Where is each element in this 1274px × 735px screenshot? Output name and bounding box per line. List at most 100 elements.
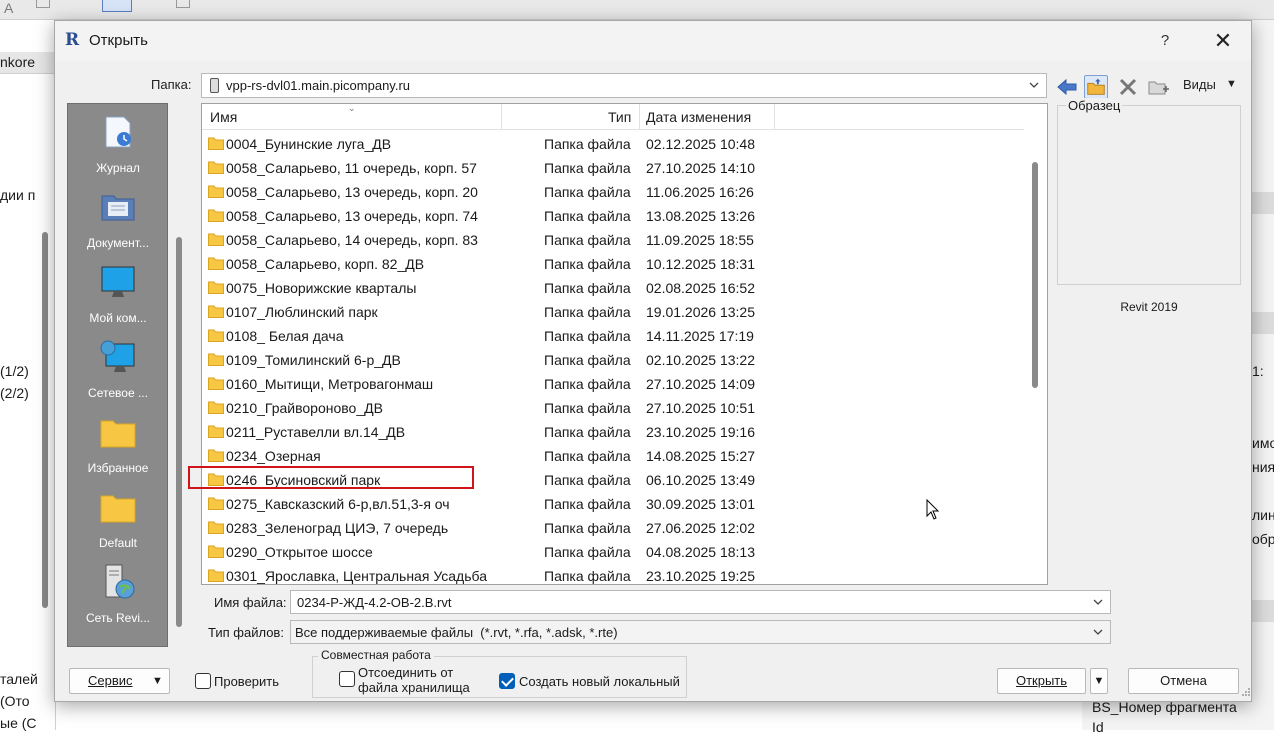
open-button[interactable]: Открыть <box>997 668 1086 694</box>
properties-stripe <box>1252 312 1274 334</box>
browser-item[interactable]: (Ото <box>0 693 30 709</box>
folder-path: vpp-rs-dvl01.main.picompany.ru <box>226 78 410 93</box>
views-caret-icon[interactable]: ▼ <box>1226 78 1237 90</box>
place-favorites[interactable]: Избранное <box>68 407 168 482</box>
file-type: Папка файла <box>544 496 631 512</box>
file-type: Папка файла <box>544 184 631 200</box>
file-name: 0109_Томилинский 6-р_ДВ <box>226 352 401 368</box>
scrollbar-thumb[interactable] <box>1032 162 1038 388</box>
chevron-down-icon[interactable] <box>1028 79 1040 91</box>
verify-label[interactable]: Проверить <box>214 674 279 689</box>
back-arrow-icon[interactable] <box>1055 75 1079 99</box>
new-folder-icon[interactable] <box>1146 75 1170 99</box>
place-history[interactable]: Журнал <box>68 107 168 182</box>
sort-indicator-icon: ⌄ <box>348 103 356 113</box>
browser-item[interactable]: дии п <box>0 187 35 203</box>
cancel-button[interactable]: Отмена <box>1128 668 1239 694</box>
file-name: 0075_Новорижские кварталы <box>226 280 417 296</box>
toolbar-glyph-icon[interactable]: A <box>4 0 13 16</box>
help-button[interactable]: ? <box>1153 29 1177 53</box>
file-row[interactable]: 0109_Томилинский 6-р_ДВ Папка файла 02.10.… <box>206 348 806 372</box>
file-row[interactable]: 0108_ Белая дача Папка файла 14.11.2025 17… <box>206 324 806 348</box>
chevron-down-icon[interactable] <box>1092 596 1104 608</box>
app-toolbar: A <box>0 0 1274 20</box>
file-row[interactable]: 0210_Грайвороново_ДВ Папка файла 27.10.202… <box>206 396 806 420</box>
place-computer[interactable]: Мой ком... <box>68 257 168 332</box>
create-local-checkbox[interactable] <box>499 673 515 689</box>
resize-grip-icon[interactable] <box>1241 687 1251 697</box>
folder-icon <box>208 161 224 174</box>
file-type: Папка файла <box>544 304 631 320</box>
properties-text: обра <box>1252 531 1274 547</box>
file-name: 0283_Зеленоград ЦИЭ, 7 очередь <box>226 520 449 536</box>
file-row[interactable]: 0058_Саларьево, 11 очередь, корп. 57 Папк… <box>206 156 806 180</box>
place-network[interactable]: Сетевое ... <box>68 332 168 407</box>
column-divider[interactable] <box>774 104 775 130</box>
preview-label: Образец <box>1066 98 1123 113</box>
detach-label[interactable]: Отсоединить от файла хранилища <box>358 665 470 695</box>
folder-icon <box>208 377 224 390</box>
column-divider[interactable] <box>639 104 640 130</box>
views-button[interactable]: Виды <box>1183 77 1216 92</box>
browser-item[interactable]: (2/2) <box>0 385 29 401</box>
file-row[interactable]: 0058_Саларьево, 14 очередь, корп. 83 Папк… <box>206 228 806 252</box>
column-name[interactable]: Имя <box>210 109 237 125</box>
file-type: Папка файла <box>544 280 631 296</box>
open-dialog: R Открыть ? ✕ Папка: vpp-rs-dvl01.main.p… <box>54 20 1252 702</box>
file-name: 0058_Саларьево, 11 очередь, корп. 57 <box>226 160 477 176</box>
file-name: 0210_Грайвороново_ДВ <box>226 400 383 416</box>
open-options-button[interactable]: ▼ <box>1090 668 1108 694</box>
file-row[interactable]: 0075_Новорижские кварталы Папка файла 02.0… <box>206 276 806 300</box>
service-button[interactable]: Сервис ▼ <box>69 668 170 694</box>
places-scrollbar[interactable] <box>176 237 182 627</box>
filetype-select[interactable]: Все поддерживаемые файлы (*.rvt, *.rfa, … <box>290 620 1111 644</box>
detach-checkbox[interactable] <box>339 671 355 687</box>
browser-item[interactable]: талей <box>0 671 38 687</box>
file-type: Папка файла <box>544 424 631 440</box>
file-list[interactable]: ⌄ Имя Тип Дата изменения 0004_Бунинские … <box>188 103 1048 588</box>
properties-text: 1: <box>1252 363 1264 379</box>
file-row[interactable]: 0160_Мытищи, Метровагонмаш Папка файла 27.… <box>206 372 806 396</box>
file-name: 0108_ Белая дача <box>226 328 344 344</box>
file-type: Папка файла <box>544 520 631 536</box>
file-date: 27.06.2025 12:02 <box>646 520 755 536</box>
chevron-down-icon[interactable] <box>1092 626 1104 638</box>
toolbar-active-icon[interactable] <box>102 0 132 12</box>
browser-item[interactable]: ые (С <box>0 715 37 731</box>
filename-input[interactable]: 0234-Р-ЖД-4.2-ОВ-2.В.rvt <box>290 590 1111 614</box>
folder-select[interactable]: vpp-rs-dvl01.main.picompany.ru <box>201 73 1047 98</box>
filetype-label: Тип файлов: <box>208 625 284 640</box>
up-folder-icon[interactable] <box>1084 75 1108 99</box>
browser-scrollbar[interactable] <box>42 232 48 608</box>
place-documents[interactable]: Документ... <box>68 182 168 257</box>
dialog-titlebar[interactable]: R Открыть ? ✕ <box>55 21 1251 61</box>
file-row[interactable]: 0107_Люблинский парк Папка файла 19.01.202… <box>206 300 806 324</box>
place-revit-server[interactable]: Сеть Revi... <box>68 557 168 632</box>
toolbar-box-icon[interactable] <box>176 0 190 8</box>
place-default[interactable]: Default <box>68 482 168 557</box>
file-row[interactable]: 0283_Зеленоград ЦИЭ, 7 очередь Папка файл… <box>206 516 806 540</box>
close-button[interactable]: ✕ <box>1207 25 1239 57</box>
file-row[interactable]: 0234_Озерная Папка файла 14.08.2025 15:27 <box>206 444 806 468</box>
toolbar-box-icon[interactable] <box>36 0 50 8</box>
file-row[interactable]: 0058_Саларьево, 13 очередь, корп. 20 Папк… <box>206 180 806 204</box>
column-type[interactable]: Тип <box>608 109 631 125</box>
open-button-label: Открыть <box>1015 673 1068 688</box>
file-row[interactable]: 0004_Бунинские луга_ДВ Папка файла 02.12.2… <box>206 132 806 156</box>
file-row[interactable]: 0058_Саларьево, корп. 82_ДВ Папка файла 10… <box>206 252 806 276</box>
verify-checkbox[interactable] <box>195 673 211 689</box>
create-local-label[interactable]: Создать новый локальный <box>519 674 680 689</box>
folder-icon <box>208 545 224 558</box>
delete-icon[interactable] <box>1116 75 1140 99</box>
file-list-scrollbar[interactable] <box>1024 104 1047 584</box>
column-divider[interactable] <box>501 104 502 130</box>
file-date: 10.12.2025 18:31 <box>646 256 755 272</box>
file-type: Папка файла <box>544 352 631 368</box>
file-row[interactable]: 0211_Руставелли вл.14_ДВ Папка файла 23.10… <box>206 420 806 444</box>
file-row[interactable]: 0301_Ярославка, Центральная Усадьба Папка… <box>206 564 806 588</box>
file-row[interactable]: 0290_Открытое шоссе Папка файла 04.08.2025… <box>206 540 806 564</box>
file-row[interactable]: 0275_Кавсказский 6-р,вл.51,3-я оч Папка ф… <box>206 492 806 516</box>
file-row[interactable]: 0058_Саларьево, 13 очередь, корп. 74 Папк… <box>206 204 806 228</box>
browser-item[interactable]: (1/2) <box>0 363 29 379</box>
column-date[interactable]: Дата изменения <box>646 109 751 125</box>
